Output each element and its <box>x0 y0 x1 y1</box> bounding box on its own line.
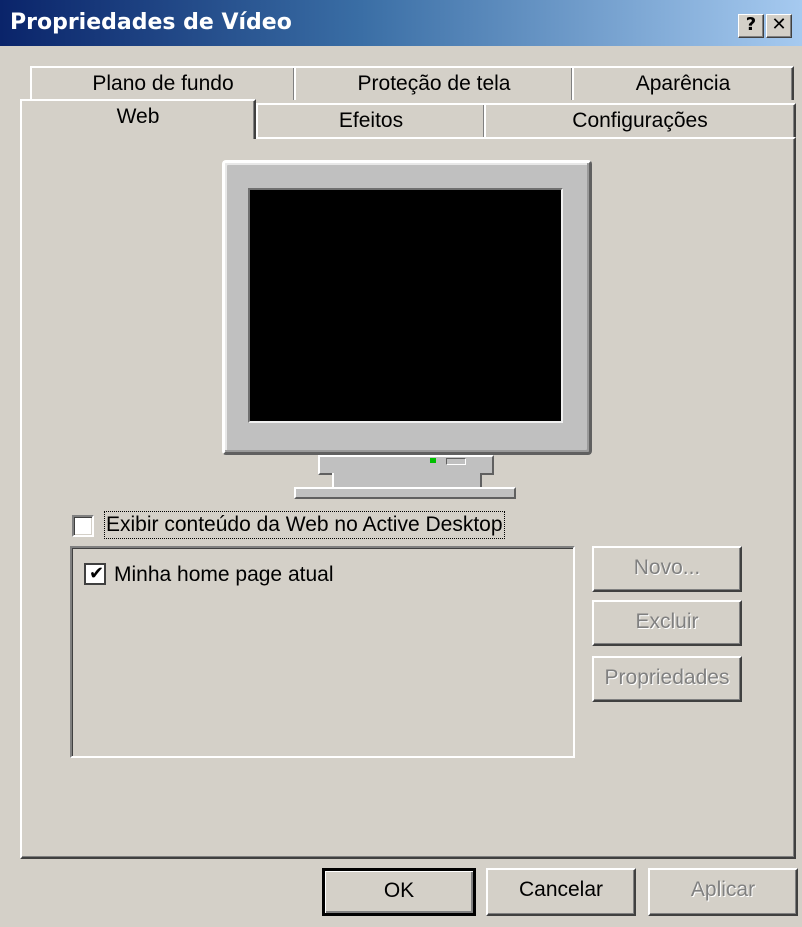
close-button[interactable]: ✕ <box>766 14 792 38</box>
ok-button[interactable]: OK <box>322 868 476 916</box>
tab-configuracoes[interactable]: Configurações <box>484 103 796 137</box>
power-switch-icon <box>446 458 466 465</box>
tab-efeitos[interactable]: Efeitos <box>256 103 486 137</box>
list-item-label[interactable]: Minha home page atual <box>114 563 334 587</box>
new-button[interactable]: Novo... <box>592 546 742 592</box>
help-button[interactable]: ? <box>738 14 764 38</box>
close-icon: ✕ <box>771 14 787 35</box>
window-title: Propriedades de Vídeo <box>10 10 292 35</box>
cancel-button[interactable]: Cancelar <box>486 868 636 916</box>
apply-button[interactable]: Aplicar <box>648 868 798 916</box>
delete-button[interactable]: Excluir <box>592 600 742 646</box>
tab-protecao-de-tela[interactable]: Proteção de tela <box>294 66 574 100</box>
tab-aparencia[interactable]: Aparência <box>572 66 794 100</box>
list-item-checkbox[interactable]: ✔ <box>84 563 106 585</box>
title-bar[interactable]: Propriedades de Vídeo ? ✕ <box>0 0 802 46</box>
monitor-base <box>294 487 516 499</box>
tab-web[interactable]: Web <box>20 99 256 139</box>
power-led-icon <box>430 458 436 463</box>
tab-plano-de-fundo[interactable]: Plano de fundo <box>30 66 296 100</box>
monitor-neck <box>318 455 494 475</box>
show-web-content-checkbox[interactable] <box>72 515 94 537</box>
properties-button[interactable]: Propriedades <box>592 656 742 702</box>
checkmark-icon: ✔ <box>89 563 105 584</box>
monitor-screen <box>248 188 563 423</box>
show-web-content-label[interactable]: Exibir conteúdo da Web no Active Desktop <box>104 511 505 539</box>
